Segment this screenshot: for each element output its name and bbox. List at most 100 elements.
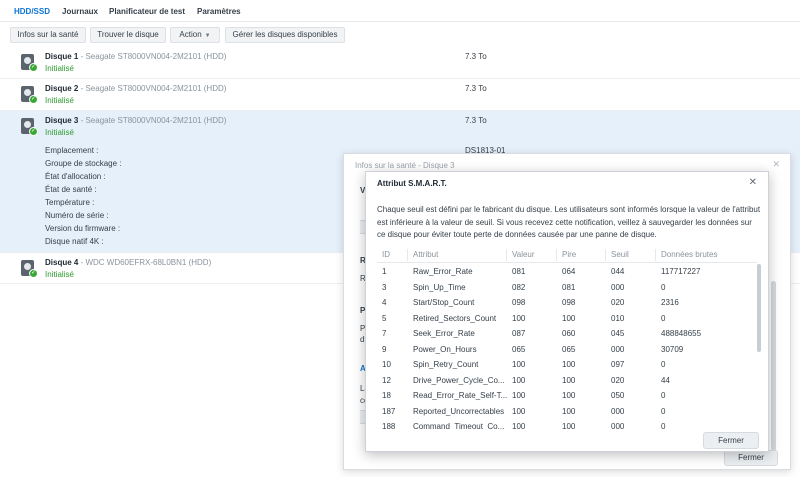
disk-title: Disque 1 - Seagate ST8000VN004-2M2101 (H… [45, 52, 227, 61]
smart-close-button[interactable]: Fermer [703, 432, 759, 449]
cell-raw: 2316 [661, 298, 679, 307]
table-row[interactable]: 9 Power_On_Hours 065 065 000 30709 [377, 343, 757, 359]
cell-id: 4 [382, 298, 387, 307]
column-header-pire[interactable]: Pire [562, 250, 576, 259]
cell-id: 188 [382, 422, 396, 430]
cell-seuil: 000 [611, 406, 625, 416]
check-icon: ✓ [29, 63, 38, 72]
cell-attribut: Start/Stop_Count [413, 298, 475, 307]
cell-valeur: 082 [512, 282, 526, 292]
cell-pire: 065 [562, 344, 576, 354]
disk-status: Initialisé [45, 64, 74, 73]
table-row[interactable]: 7 Seek_Error_Rate 087 060 045 488848655 [377, 327, 757, 343]
cell-attribut: Drive_Power_Cycle_Co... [413, 375, 505, 385]
cell-id: 10 [382, 360, 391, 369]
smart-table-header: ID Attribut Valeur Pire Seuil Données br… [377, 247, 757, 263]
health-info-label: Infos sur la santé [17, 30, 79, 39]
table-row[interactable]: 10 Spin_Retry_Count 100 100 097 0 [377, 358, 757, 374]
tab-parametres[interactable]: Paramètres [197, 7, 241, 16]
cell-attribut: Reported_Uncorrectables [413, 406, 505, 416]
cell-seuil: 000 [611, 422, 625, 430]
cell-pire: 100 [562, 360, 576, 369]
smart-dialog: Attribut S.M.A.R.T. ✕ Chaque seuil est d… [365, 171, 769, 452]
cell-seuil: 020 [611, 298, 625, 307]
cell-valeur: 100 [512, 360, 526, 369]
cell-seuil: 000 [611, 344, 625, 354]
cell-raw: 0 [661, 313, 666, 323]
table-row[interactable]: 18 Read_Error_Rate_Self-T... 100 100 050 0 [377, 389, 757, 405]
table-row[interactable]: 3 Spin_Up_Time 082 081 000 0 [377, 281, 757, 297]
cell-seuil: 000 [611, 282, 625, 292]
cell-id: 7 [382, 329, 387, 338]
detail-storage-pool-label: Groupe de stockage : [45, 159, 122, 168]
detail-temperature-label: Température : [45, 198, 95, 207]
disk-status: Initialisé [45, 270, 74, 279]
disk-title: Disque 2 - Seagate ST8000VN004-2M2101 (H… [45, 84, 227, 93]
cell-seuil: 010 [611, 313, 625, 323]
cell-attribut: Spin_Up_Time [413, 282, 466, 292]
disk-icon: ✓ [21, 86, 38, 104]
smart-close-label: Fermer [718, 436, 744, 445]
disk-icon: ✓ [21, 260, 38, 278]
disk-size: 7.3 To [465, 52, 487, 61]
column-header-id[interactable]: ID [382, 250, 390, 259]
disk-row-1[interactable]: ✓ Disque 1 - Seagate ST8000VN004-2M2101 … [0, 47, 800, 79]
action-dropdown-button[interactable]: Action ▼ [170, 27, 220, 43]
column-header-valeur[interactable]: Valeur [512, 250, 535, 259]
disk-title: Disque 3 - Seagate ST8000VN004-2M2101 (H… [45, 116, 227, 125]
find-disk-button[interactable]: Trouver le disque [90, 27, 166, 43]
cell-pire: 081 [562, 282, 576, 292]
disk-size: 7.3 To [465, 116, 487, 125]
manage-disks-label: Gérer les disques disponibles [232, 30, 338, 39]
cell-valeur: 100 [512, 406, 526, 416]
cell-attribut: Read_Error_Rate_Self-T... [413, 391, 508, 400]
table-row[interactable]: 1 Raw_Error_Rate 081 064 044 117717227 [377, 265, 757, 281]
cell-valeur: 087 [512, 329, 526, 338]
cell-seuil: 044 [611, 267, 625, 276]
column-header-attribut[interactable]: Attribut [413, 250, 438, 259]
table-row[interactable]: 12 Drive_Power_Cycle_Co... 100 100 020 44 [377, 374, 757, 390]
disk-status: Initialisé [45, 128, 74, 137]
cell-id: 9 [382, 344, 387, 354]
health-close-button[interactable]: Fermer [724, 450, 778, 466]
smart-dialog-title: Attribut S.M.A.R.T. [377, 179, 447, 188]
find-disk-label: Trouver le disque [97, 30, 159, 39]
cell-pire: 100 [562, 422, 576, 430]
health-scrollbar[interactable] [771, 281, 776, 451]
tab-journaux[interactable]: Journaux [62, 7, 98, 16]
cell-id: 1 [382, 267, 387, 276]
cell-pire: 100 [562, 391, 576, 400]
top-tabs: HDD/SSD Journaux Planificateur de test P… [0, 0, 800, 22]
smart-table-scrollbar[interactable] [757, 264, 761, 352]
disk-row-2[interactable]: ✓ Disque 2 - Seagate ST8000VN004-2M2101 … [0, 79, 800, 111]
detail-firmware-label: Version du firmware : [45, 224, 121, 233]
column-header-raw[interactable]: Données brutes [661, 250, 717, 259]
disk-icon: ✓ [21, 54, 38, 72]
table-row[interactable]: 4 Start/Stop_Count 098 098 020 2316 [377, 296, 757, 312]
tab-hdd-ssd[interactable]: HDD/SSD [14, 7, 50, 16]
check-icon: ✓ [29, 95, 38, 104]
table-row[interactable]: 187 Reported_Uncorrectables 100 100 000 0 [377, 405, 757, 421]
manage-disks-button[interactable]: Gérer les disques disponibles [225, 27, 345, 43]
cell-id: 5 [382, 313, 387, 323]
cell-raw: 0 [661, 422, 666, 430]
cell-raw: 0 [661, 360, 666, 369]
health-info-button[interactable]: Infos sur la santé [10, 27, 86, 43]
tab-planificateur[interactable]: Planificateur de test [109, 7, 185, 16]
disk-title: Disque 4 - WDC WD60EFRX-68L0BN1 (HDD) [45, 258, 212, 267]
table-row[interactable]: 188 Command_Timeout_Co... 100 100 000 0 [377, 420, 757, 430]
cell-valeur: 100 [512, 375, 526, 385]
cell-raw: 0 [661, 406, 666, 416]
cell-valeur: 100 [512, 422, 526, 430]
check-icon: ✓ [29, 269, 38, 278]
cell-valeur: 065 [512, 344, 526, 354]
cell-seuil: 020 [611, 375, 625, 385]
cell-raw: 44 [661, 375, 670, 385]
cell-id: 3 [382, 282, 387, 292]
table-row[interactable]: 5 Retired_Sectors_Count 100 100 010 0 [377, 312, 757, 328]
close-icon[interactable]: ✕ [772, 159, 780, 170]
cell-seuil: 050 [611, 391, 625, 400]
close-icon[interactable]: ✕ [749, 177, 757, 188]
column-header-seuil[interactable]: Seuil [611, 250, 629, 259]
toolbar: Infos sur la santé Trouver le disque Act… [0, 22, 800, 48]
